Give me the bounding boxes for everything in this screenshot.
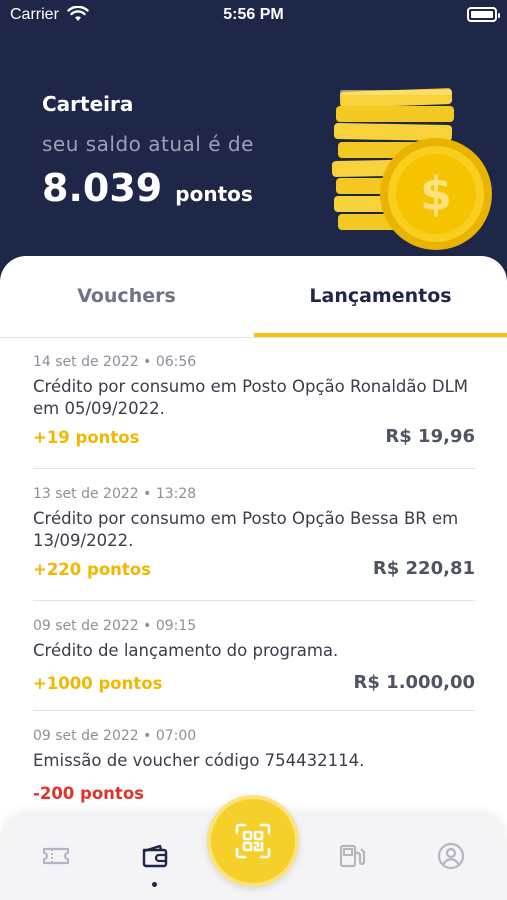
status-time: 5:56 PM [223, 6, 284, 23]
entry-description: Crédito por consumo em Posto Opção Bessa… [33, 509, 459, 550]
svg-text:$: $ [420, 167, 452, 221]
wallet-header: Carrier 5:56 PM Carteira seu saldo atual… [0, 0, 507, 290]
balance: 8.039 pontos [42, 166, 253, 210]
tab-bar: Vouchers Lançamentos [0, 256, 507, 338]
entry-date: 14 set de 2022 • 06:56 [33, 354, 197, 370]
divider [33, 600, 475, 601]
entry-points: +19 pontos [33, 428, 140, 447]
tab-vouchers[interactable]: Vouchers [0, 256, 253, 338]
entry-description: Emissão de voucher código 754432114. [33, 751, 365, 770]
entry-date: 13 set de 2022 • 13:28 [33, 486, 197, 502]
wallet-icon[interactable] [139, 840, 171, 872]
user-icon[interactable] [435, 840, 467, 872]
balance-unit: pontos [175, 182, 253, 206]
entry-amount: R$ 220,81 [372, 558, 475, 579]
divider [33, 468, 475, 469]
entry-amount: R$ 19,96 [385, 426, 475, 447]
entry-date: 09 set de 2022 • 07:00 [33, 728, 197, 744]
qr-code-icon [235, 823, 271, 859]
entry-amount: R$ 1.000,00 [353, 672, 475, 693]
entry-description: Crédito por consumo em Posto Opção Ronal… [33, 377, 468, 418]
entry-points: +1000 pontos [33, 674, 163, 693]
status-bar: Carrier 5:56 PM [0, 0, 507, 32]
coins-illustration-icon: $ [331, 88, 492, 250]
entry-description: Crédito de lançamento do programa. [33, 641, 339, 660]
fuel-pump-icon[interactable] [336, 840, 368, 872]
divider [33, 710, 475, 711]
balance-caption: seu saldo atual é de [42, 132, 254, 156]
entry-date: 09 set de 2022 • 09:15 [33, 618, 197, 634]
qr-scan-button[interactable] [207, 795, 299, 887]
active-tab-indicator [254, 333, 507, 337]
ticket-icon[interactable] [40, 840, 72, 872]
active-nav-dot [152, 882, 157, 887]
tab-lancamentos[interactable]: Lançamentos [254, 256, 507, 338]
battery-icon [467, 7, 500, 22]
entry-points: -200 pontos [33, 784, 144, 803]
balance-value: 8.039 [42, 166, 163, 210]
entry-points: +220 pontos [33, 560, 151, 579]
page-title: Carteira [42, 92, 134, 116]
